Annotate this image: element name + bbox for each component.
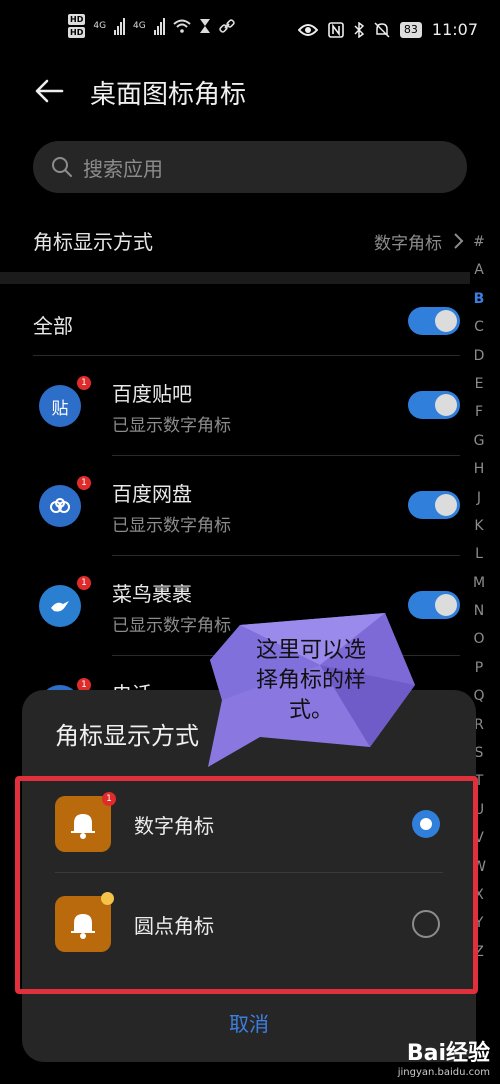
highlight-box: [15, 776, 478, 994]
search-input[interactable]: 搜索应用: [33, 141, 467, 193]
index-letter[interactable]: F: [475, 398, 483, 426]
tieba-icon-glyph: 贴: [51, 398, 69, 419]
signal-icon: [114, 17, 126, 35]
app-badge-toggle[interactable]: [408, 391, 460, 419]
index-letter[interactable]: O: [473, 625, 484, 653]
hourglass-icon: [199, 19, 210, 33]
notification-badge: 1: [77, 376, 91, 390]
section-divider: [0, 272, 470, 284]
badge-mode-row[interactable]: 角标显示方式 数字角标: [0, 212, 500, 272]
network-type-2: 4G: [133, 21, 146, 31]
link-icon: [219, 19, 235, 33]
status-right: 83 11:07: [297, 20, 478, 39]
tieba-app-icon: 贴: [39, 385, 81, 427]
all-apps-toggle[interactable]: [408, 307, 460, 335]
index-letter[interactable]: P: [475, 654, 483, 682]
index-letter[interactable]: H: [474, 455, 485, 483]
index-letter[interactable]: L: [475, 540, 483, 568]
network-type-1: 4G: [93, 21, 107, 31]
sheet-title: 角标显示方式: [55, 722, 199, 750]
signal-icon: [153, 17, 165, 35]
wifi-icon: [173, 19, 191, 33]
cainiao-app-icon: [39, 585, 81, 627]
index-letter[interactable]: G: [474, 427, 485, 455]
watermark-url: jingyan.baidu.com: [397, 1067, 490, 1078]
badge-mode-value: 数字角标: [374, 234, 442, 254]
page-title: 桌面图标角标: [90, 80, 247, 110]
notification-badge: 1: [77, 476, 91, 490]
app-badge-status: 已显示数字角标: [112, 416, 231, 436]
app-badge-status: 已显示数字角标: [112, 516, 231, 536]
nfc-icon: [328, 21, 344, 38]
mute-icon: [374, 21, 390, 38]
netdisk-app-icon: [39, 485, 81, 527]
index-letter[interactable]: A: [474, 256, 484, 284]
index-letter[interactable]: J: [477, 484, 481, 512]
battery-indicator: 83: [399, 21, 422, 38]
all-apps-row: 全部: [0, 290, 470, 356]
hd-icon: HD HD: [68, 14, 86, 38]
app-name: 百度贴吧: [112, 382, 192, 406]
chevron-right-icon: [454, 233, 464, 249]
bird-icon: [51, 601, 69, 612]
index-letter[interactable]: C: [474, 313, 484, 341]
app-row-netdisk: 1 百度网盘 已显示数字角标: [0, 456, 470, 556]
index-letter[interactable]: K: [474, 512, 483, 540]
status-left: HD HD 4G 4G: [68, 14, 235, 38]
app-name: 百度网盘: [112, 482, 192, 506]
notification-badge: 1: [77, 576, 91, 590]
annotation-text: 这里可以选择角标的样式。: [255, 638, 366, 723]
watermark: Bai经验 jingyan.baidu.com: [398, 1035, 490, 1078]
index-letter[interactable]: B: [474, 285, 485, 313]
cancel-button[interactable]: 取消: [22, 1008, 476, 1037]
index-letter[interactable]: M: [473, 569, 485, 597]
search-icon: [52, 157, 72, 177]
back-arrow-icon[interactable]: [32, 74, 66, 108]
clock: 11:07: [431, 20, 478, 39]
eye-icon: [297, 23, 318, 36]
cloud-icon: [50, 498, 70, 513]
index-letter[interactable]: E: [475, 370, 484, 398]
app-header: 桌面图标角标: [0, 60, 500, 124]
search-placeholder: 搜索应用: [83, 157, 163, 181]
app-name: 菜鸟裹裹: [112, 582, 192, 606]
bluetooth-icon: [354, 21, 364, 38]
index-letter[interactable]: N: [474, 597, 484, 625]
status-bar: HD HD 4G 4G 83 11:07: [0, 0, 500, 60]
badge-mode-label: 角标显示方式: [33, 230, 153, 254]
app-badge-toggle[interactable]: [408, 491, 460, 519]
app-row-tieba: 贴 1 百度贴吧 已显示数字角标: [0, 356, 470, 456]
all-apps-label: 全部: [33, 314, 73, 338]
index-letter[interactable]: #: [473, 228, 485, 256]
watermark-brand: Bai经验: [406, 1041, 490, 1066]
index-letter[interactable]: D: [474, 342, 485, 370]
